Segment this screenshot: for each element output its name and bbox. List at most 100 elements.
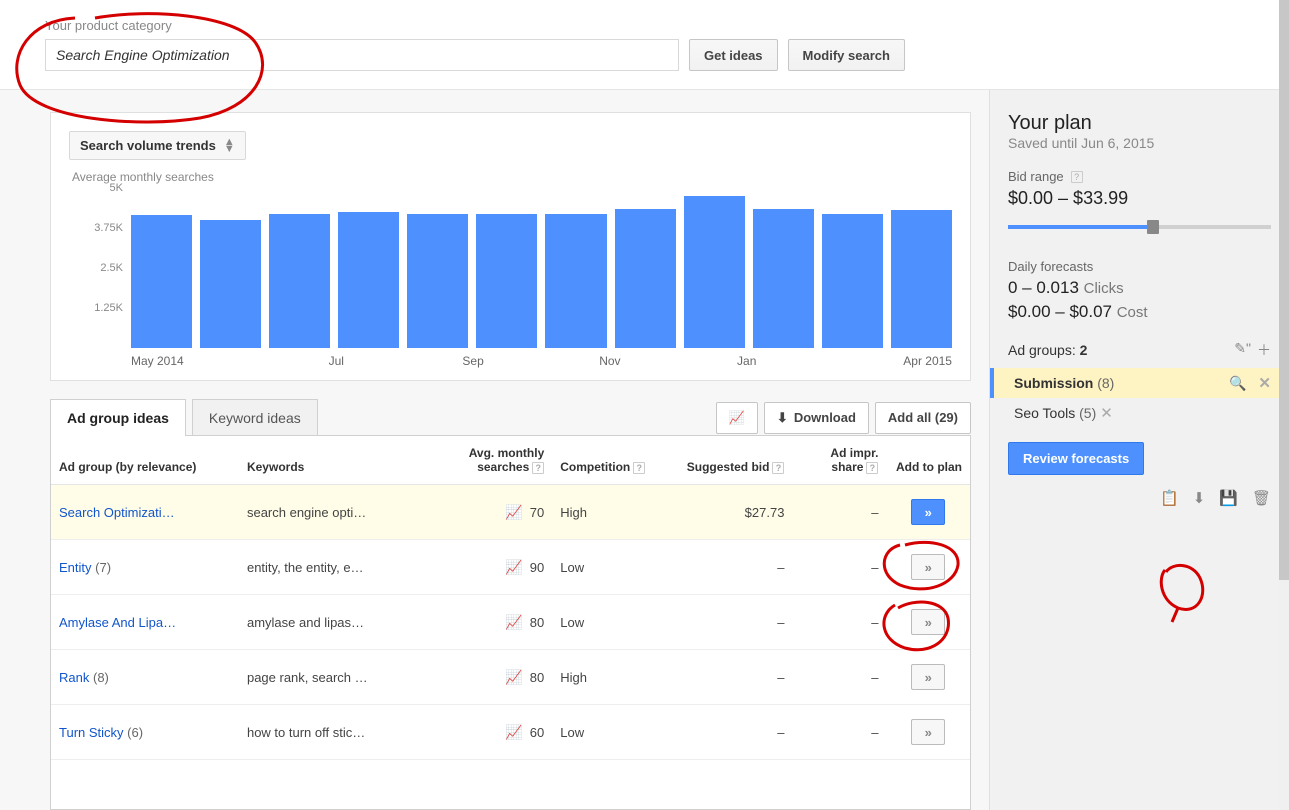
plus-icon[interactable]: ＋ (1257, 340, 1271, 360)
keywords-cell: page rank, search … (239, 650, 427, 705)
bid-range-value: $0.00 – $33.99 (1008, 188, 1271, 209)
forecast-label: Daily forecasts (1008, 259, 1271, 274)
tab-keyword-ideas[interactable]: Keyword ideas (192, 399, 318, 436)
trend-icon[interactable]: 📈 (505, 504, 522, 520)
group-link[interactable]: Entity (59, 560, 92, 575)
keywords-cell: how to turn off stic… (239, 705, 427, 760)
x-tick: Jul (268, 354, 405, 368)
chart-bar[interactable] (684, 196, 745, 348)
add-all-button[interactable]: Add all (29) (875, 402, 971, 434)
col-keywords[interactable]: Keywords (239, 436, 427, 485)
search-icon[interactable]: 🔍 (1229, 375, 1246, 392)
help-icon[interactable]: ? (772, 462, 784, 474)
pencil-icon[interactable]: ✎" (1234, 340, 1251, 360)
ad-group-item[interactable]: Seo Tools (5)✕ (990, 398, 1289, 428)
table-row: Amylase And Lipa… amylase and lipas…📈 80… (51, 595, 970, 650)
modify-search-button[interactable]: Modify search (788, 39, 905, 71)
chart-bar[interactable] (891, 210, 952, 348)
plan-saved: Saved until Jun 6, 2015 (1008, 135, 1271, 151)
add-to-plan-button[interactable]: » (911, 719, 945, 745)
chart-bar[interactable] (822, 214, 883, 348)
chart-bar[interactable] (407, 214, 468, 348)
x-tick: May 2014 (131, 354, 268, 368)
chart-bar[interactable] (338, 212, 399, 348)
add-to-plan-button[interactable]: » (911, 664, 945, 690)
bid-slider[interactable] (1008, 217, 1271, 237)
add-to-plan-button[interactable]: » (911, 609, 945, 635)
plan-panel: Your plan Saved until Jun 6, 2015 Bid ra… (989, 90, 1289, 810)
scroll-thumb[interactable] (1279, 0, 1289, 580)
col-impr[interactable]: Ad impr. share? (792, 436, 886, 485)
ad-group-item[interactable]: Submission (8)🔍✕ (990, 368, 1289, 398)
col-add: Add to plan (886, 436, 970, 485)
tab-ad-group-ideas[interactable]: Ad group ideas (50, 399, 186, 436)
trend-icon[interactable]: 📈 (505, 614, 522, 630)
avg-cell: 📈 90 (427, 540, 552, 595)
keywords-cell: search engine opti… (239, 485, 427, 540)
ideas-table: Ad group (by relevance) Keywords Avg. mo… (51, 436, 970, 760)
bid-cell: $27.73 (667, 485, 792, 540)
add-to-plan-button[interactable]: » (911, 554, 945, 580)
chart-bar[interactable] (476, 214, 537, 348)
table-row: Rank (8)page rank, search …📈 80High––» (51, 650, 970, 705)
impr-cell: – (792, 595, 886, 650)
comp-cell: Low (552, 595, 667, 650)
chart-bar[interactable] (131, 215, 192, 348)
col-group[interactable]: Ad group (by relevance) (51, 436, 239, 485)
review-forecasts-button[interactable]: Review forecasts (1008, 442, 1144, 475)
bid-range-label: Bid range? (1008, 169, 1271, 184)
download-icon: ⬇ (777, 410, 788, 426)
group-link[interactable]: Amylase And Lipa… (59, 615, 176, 630)
download-icon[interactable]: ⬇ (1193, 489, 1206, 507)
bid-cell: – (667, 650, 792, 705)
close-icon[interactable]: ✕ (1100, 404, 1113, 422)
x-tick: Sep (405, 354, 542, 368)
help-icon[interactable]: ? (532, 462, 544, 474)
col-bid[interactable]: Suggested bid? (667, 436, 792, 485)
x-tick: Apr 2015 (815, 354, 952, 368)
bid-cell: – (667, 540, 792, 595)
x-tick: Nov (541, 354, 678, 368)
download-button[interactable]: ⬇Download (764, 402, 869, 434)
comp-cell: High (552, 485, 667, 540)
group-link[interactable]: Rank (59, 670, 89, 685)
trend-selector-label: Search volume trends (80, 138, 216, 153)
help-icon[interactable]: ? (866, 462, 878, 474)
bar-chart: 5K3.75K2.5K1.25K (69, 188, 952, 348)
chart-bar[interactable] (545, 214, 606, 348)
trend-selector[interactable]: Search volume trends ▲▼ (69, 131, 246, 160)
close-icon[interactable]: ✕ (1258, 374, 1271, 392)
category-input[interactable] (45, 39, 679, 71)
avg-cell: 📈 80 (427, 595, 552, 650)
trash-icon[interactable]: 🗑 (1252, 489, 1271, 507)
trend-icon[interactable]: 📈 (505, 724, 522, 740)
forecast-cost: $0.00 – $0.07 Cost (1008, 302, 1271, 322)
chart-icon: 📈 (729, 410, 745, 426)
chart-view-button[interactable]: 📈 (716, 402, 758, 434)
chart-bar[interactable] (200, 220, 261, 348)
group-link[interactable]: Turn Sticky (59, 725, 124, 740)
chart-bar[interactable] (753, 209, 814, 348)
trend-icon[interactable]: 📈 (505, 559, 522, 575)
group-link[interactable]: Search Optimizati… (59, 505, 175, 520)
keywords-cell: amylase and lipas… (239, 595, 427, 650)
comp-cell: Low (552, 705, 667, 760)
col-comp[interactable]: Competition? (552, 436, 667, 485)
trend-icon[interactable]: 📈 (505, 669, 522, 685)
col-avg[interactable]: Avg. monthly searches? (427, 436, 552, 485)
help-icon[interactable]: ? (633, 462, 645, 474)
avg-cell: 📈 70 (427, 485, 552, 540)
impr-cell: – (792, 650, 886, 705)
get-ideas-button[interactable]: Get ideas (689, 39, 778, 71)
scrollbar[interactable] (1279, 0, 1289, 810)
chart-bar[interactable] (269, 214, 330, 348)
help-icon[interactable]: ? (1071, 171, 1083, 183)
save-icon[interactable]: 💾 (1219, 489, 1238, 507)
add-to-plan-button[interactable]: » (911, 499, 945, 525)
ad-groups-count: 2 (1080, 342, 1088, 358)
avg-cell: 📈 60 (427, 705, 552, 760)
category-label: Your product category (45, 18, 679, 33)
table-row: Entity (7)entity, the entity, e…📈 90Low–… (51, 540, 970, 595)
clipboard-icon[interactable]: 📋 (1160, 489, 1179, 507)
chart-bar[interactable] (615, 209, 676, 348)
